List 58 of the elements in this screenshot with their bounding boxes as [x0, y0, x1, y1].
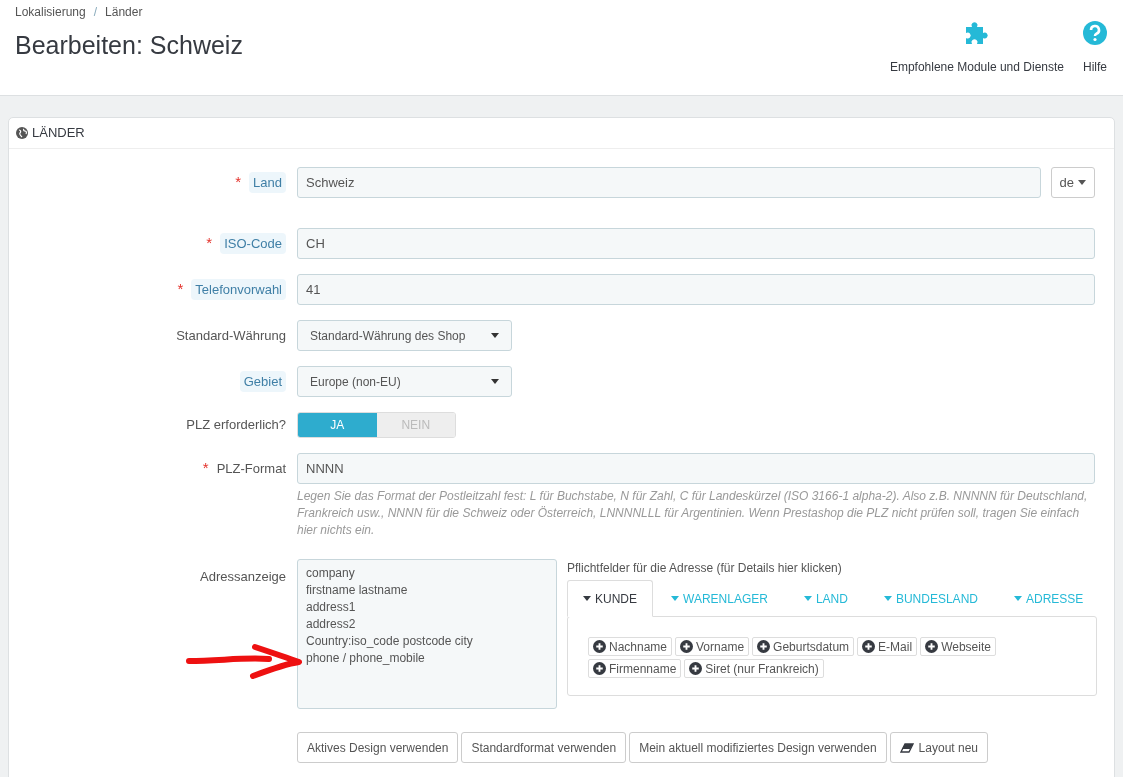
required-asterisk: * — [202, 458, 209, 479]
breadcrumb-link[interactable]: Länder — [105, 3, 143, 21]
breadcrumb-link[interactable]: Lokalisierung — [15, 3, 86, 21]
caret-icon — [583, 596, 591, 601]
field-label: PLZ-Format — [216, 459, 286, 478]
field-chip[interactable]: Geburtsdatum — [752, 637, 855, 656]
field-label: Adressanzeige — [200, 568, 286, 586]
caret-icon — [671, 596, 679, 601]
field-label: Land — [249, 171, 286, 194]
text-field[interactable]: CH — [297, 228, 1095, 259]
toolbar-link[interactable]: Hilfe — [1082, 20, 1108, 95]
caret-icon — [1078, 180, 1086, 185]
select-dropdown[interactable]: Europe (non-EU) — [297, 366, 512, 397]
eraser-icon — [899, 742, 914, 753]
field-label: PLZ erforderlich? — [186, 416, 286, 435]
field-label: Telefonvorwahl — [191, 278, 286, 301]
field-chip[interactable]: E-Mail — [857, 637, 918, 656]
required-asterisk: * — [206, 233, 213, 254]
field-label: ISO-Code — [220, 232, 286, 255]
plus-circle-icon — [925, 640, 939, 653]
layout-button[interactable]: Layout neu — [889, 732, 988, 763]
breadcrumb-separator: / — [93, 4, 98, 21]
plus-circle-icon — [689, 662, 703, 675]
layout-button[interactable]: Aktives Design verwenden — [297, 732, 459, 763]
required-asterisk: * — [235, 172, 242, 193]
page-title: Bearbeiten: Schweiz — [15, 30, 243, 61]
text-field[interactable]: NNNN — [297, 453, 1095, 484]
layout-button[interactable]: Standardformat verwenden — [461, 732, 627, 763]
field-chip[interactable]: Siret (nur Frankreich) — [684, 659, 824, 678]
tab[interactable]: KUNDE — [567, 580, 653, 617]
layout-button[interactable]: Mein aktuell modifiziertes Design verwenden — [629, 732, 887, 763]
select-dropdown[interactable]: Standard-Währung des Shop — [297, 320, 512, 351]
plus-circle-icon — [680, 640, 694, 653]
plus-circle-icon — [757, 640, 771, 653]
field-chip[interactable]: Vorname — [675, 637, 750, 656]
plus-circle-icon — [862, 640, 876, 653]
text-field[interactable]: Schweiz — [297, 167, 1041, 198]
caret-icon — [1013, 596, 1022, 601]
help-icon — [1082, 20, 1108, 46]
required-asterisk: * — [177, 279, 184, 300]
text-field[interactable]: 41 — [297, 274, 1095, 305]
panel-title: LÄNDER — [32, 124, 85, 143]
caret-icon — [883, 596, 892, 601]
field-chip[interactable]: Nachname — [588, 637, 673, 656]
language-dropdown[interactable]: de — [1050, 167, 1095, 198]
field-description: Legen Sie das Format der Postleitzahl fest: L für Buchstabe, N für Zahl, C für Landeskürzel (ISO 3166-1 alpha-2). Also z.B. NNNNN für Deutschland, Frankreich usw., NNNN für die Schweiz oder Österreich, LNNNNLLL für Argentinien. Wenn Prestashop die PLZ nicht prüfen soll, tragen Sie einfach hier nichts ein. — [297, 488, 1089, 539]
caret-icon — [491, 333, 499, 338]
fields-title: Pflichtfelder für die Adresse (für Details hier klicken) — [567, 560, 843, 577]
field-label: Standard-Währung — [176, 326, 286, 345]
caret-icon — [803, 596, 812, 601]
plus-circle-icon — [593, 640, 606, 653]
field-label: Gebiet — [239, 370, 286, 393]
plus-circle-icon — [593, 662, 606, 675]
caret-icon — [491, 379, 499, 384]
address-textarea[interactable]: company firstname lastname address1 address2 Country:iso_code postcode city phone / phone_mobile — [297, 559, 557, 709]
toolbar-link[interactable]: Empfohlene Module und Dienste — [889, 20, 1064, 95]
field-chip[interactable]: Webseite — [920, 637, 996, 656]
field-chip[interactable]: Firmenname — [588, 659, 682, 678]
